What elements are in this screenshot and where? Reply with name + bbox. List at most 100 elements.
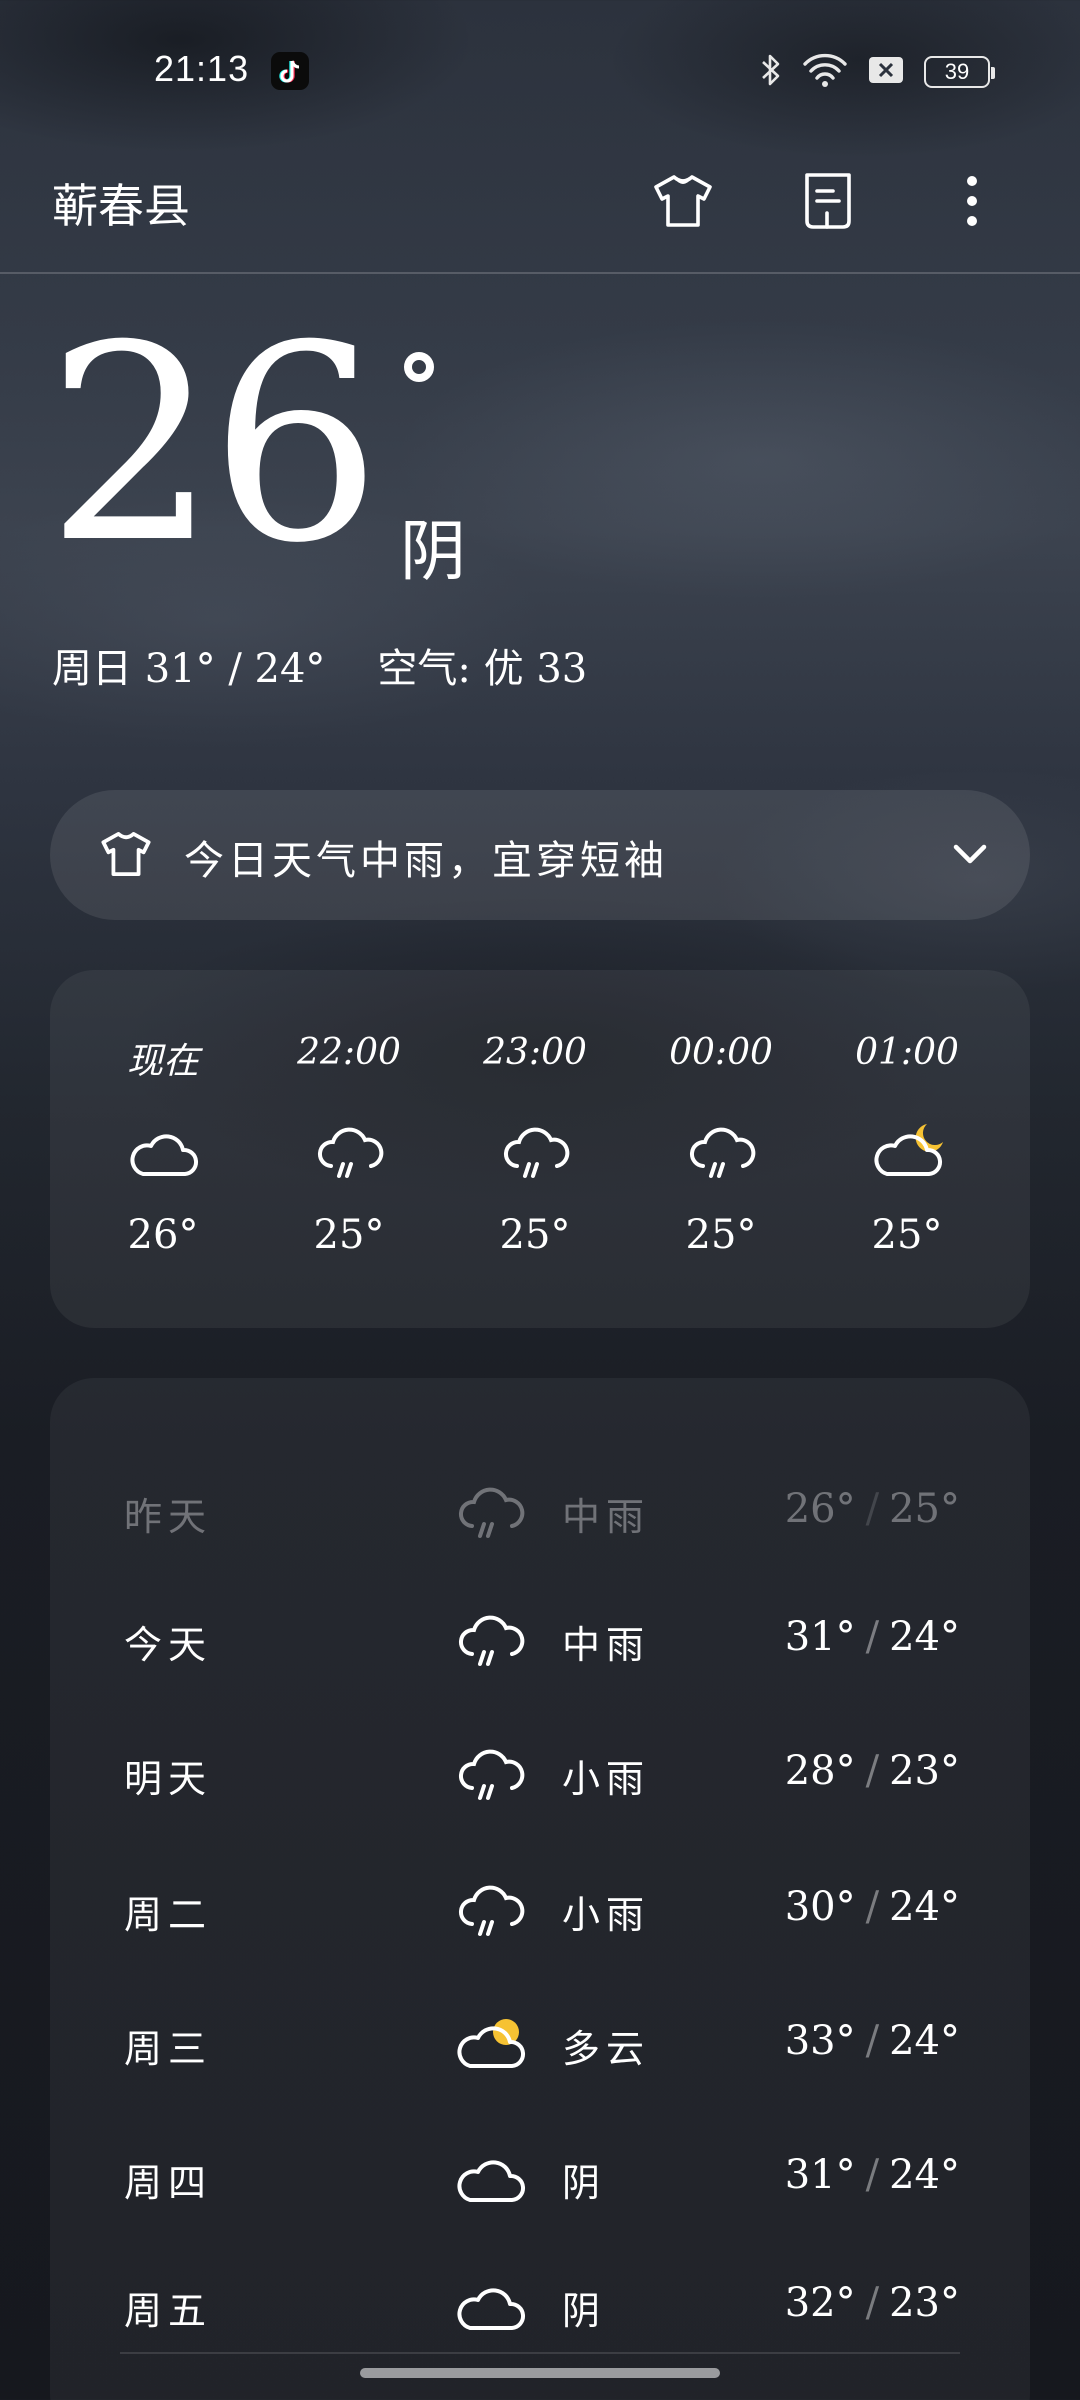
divider bbox=[120, 2352, 960, 2354]
day-high: 32° bbox=[784, 2280, 856, 2326]
day-temps: 32°/23° bbox=[785, 2280, 960, 2326]
rain-icon bbox=[681, 1120, 761, 1184]
sim-blocked-icon bbox=[868, 56, 904, 88]
wifi-icon bbox=[802, 52, 848, 92]
day-temps: 26°/25° bbox=[785, 1486, 960, 1532]
separator: / bbox=[865, 2018, 880, 2064]
day-name: 明天 bbox=[124, 1757, 213, 1801]
hourly-item: 01:00 25° bbox=[814, 970, 1000, 1328]
clothing-tip-text: 今日天气中雨，宜穿短袖 bbox=[184, 838, 668, 884]
current-temperature: 26 bbox=[46, 287, 382, 602]
day-condition: 阴 bbox=[562, 2289, 607, 2333]
hourly-time: 01:00 bbox=[855, 1032, 959, 1073]
separator: / bbox=[865, 1486, 880, 1532]
daily-row[interactable]: 周五 阴 32°/23° bbox=[50, 2260, 1030, 2350]
tshirt-icon bbox=[654, 175, 712, 227]
day-high: 28° bbox=[784, 1748, 856, 1794]
day-low: 23° bbox=[889, 1748, 960, 1794]
degree-symbol bbox=[404, 352, 434, 382]
day-high: 31° bbox=[784, 2152, 856, 2198]
day-name: 周五 bbox=[124, 2289, 213, 2333]
day-condition: 小雨 bbox=[562, 1893, 651, 1937]
rain-icon bbox=[450, 1742, 530, 1806]
daily-row[interactable]: 昨天 中雨 26°/25° bbox=[50, 1466, 1030, 1556]
day-name: 周二 bbox=[124, 1893, 213, 1937]
day-condition: 小雨 bbox=[562, 1757, 651, 1801]
separator: / bbox=[865, 1614, 880, 1660]
outfit-button[interactable] bbox=[646, 164, 720, 238]
daily-row[interactable]: 今天 中雨 31°/24° bbox=[50, 1594, 1030, 1684]
hourly-forecast-card[interactable]: 现在 26° 22:00 25° 23:00 25° 00:00 25° 01:00 25° bbox=[50, 970, 1030, 1328]
daily-forecast-card[interactable]: 昨天 中雨 26°/25° 今天 中雨 31°/24° 明天 小雨 28°/23° 周二 小雨 30°… bbox=[50, 1378, 1030, 2400]
rain-icon bbox=[450, 1878, 530, 1942]
hourly-temp: 26° bbox=[127, 1212, 199, 1258]
chevron-down-icon[interactable] bbox=[950, 834, 990, 874]
separator: / bbox=[865, 1884, 880, 1930]
daily-row[interactable]: 周二 小雨 30°/24° bbox=[50, 1864, 1030, 1954]
day-low: 25° bbox=[889, 1486, 960, 1532]
document-icon bbox=[805, 173, 851, 229]
partly-cloudy-night-icon bbox=[867, 1120, 947, 1184]
daily-row[interactable]: 明天 小雨 28°/23° bbox=[50, 1728, 1030, 1818]
rain-icon bbox=[450, 1608, 530, 1672]
day-condition: 中雨 bbox=[562, 1623, 651, 1667]
day-name: 周三 bbox=[124, 2027, 213, 2071]
more-options-button[interactable] bbox=[935, 164, 1009, 238]
daily-row[interactable]: 周三 多云 33°/24° bbox=[50, 1998, 1030, 2088]
home-indicator[interactable] bbox=[360, 2368, 720, 2378]
day-temps: 31°/24° bbox=[785, 1614, 960, 1660]
separator: / bbox=[865, 2280, 880, 2326]
day-high: 26° bbox=[784, 1486, 856, 1532]
hourly-item: 00:00 25° bbox=[628, 970, 814, 1328]
hourly-temp: 25° bbox=[685, 1212, 757, 1258]
day-low: 23° bbox=[889, 2280, 960, 2326]
day-low: 24° bbox=[889, 2152, 960, 2198]
day-name: 昨天 bbox=[124, 1495, 213, 1539]
news-button[interactable] bbox=[791, 164, 865, 238]
partly-cloudy-day-icon bbox=[450, 2012, 530, 2076]
day-low: 24° bbox=[889, 2018, 960, 2064]
cloudy-icon bbox=[450, 2274, 530, 2338]
rain-icon bbox=[450, 1480, 530, 1544]
hourly-time: 00:00 bbox=[669, 1032, 773, 1073]
rain-icon bbox=[309, 1120, 389, 1184]
day-high: 31° bbox=[784, 1614, 856, 1660]
battery-indicator: 39 bbox=[924, 56, 995, 88]
day-condition: 多云 bbox=[562, 2027, 651, 2071]
day-temps: 28°/23° bbox=[785, 1748, 960, 1794]
city-name[interactable]: 蕲春县 bbox=[52, 170, 190, 236]
air-quality[interactable]: 空气: 优 33 bbox=[377, 636, 587, 694]
current-condition: 阴 bbox=[400, 513, 466, 590]
hourly-temp: 25° bbox=[871, 1212, 943, 1258]
separator: / bbox=[865, 2152, 880, 2198]
daily-row[interactable]: 周四 阴 31°/24° bbox=[50, 2132, 1030, 2222]
day-temps: 33°/24° bbox=[785, 2018, 960, 2064]
hourly-time: 23:00 bbox=[483, 1032, 587, 1073]
day-low: 24° bbox=[889, 1614, 960, 1660]
current-summary: 周日 31° / 24° 空气: 优 33 bbox=[52, 636, 587, 694]
cloudy-icon bbox=[123, 1120, 203, 1184]
status-bar: 21:13 39 bbox=[0, 0, 1080, 140]
day-temps: 30°/24° bbox=[785, 1884, 960, 1930]
day-high: 30° bbox=[784, 1884, 856, 1930]
day-name: 周四 bbox=[124, 2161, 213, 2205]
hourly-temp: 25° bbox=[313, 1212, 385, 1258]
hourly-item: 23:00 25° bbox=[442, 970, 628, 1328]
rain-icon bbox=[495, 1120, 575, 1184]
separator: / bbox=[865, 1748, 880, 1794]
bluetooth-icon bbox=[760, 52, 782, 92]
header: 蕲春县 bbox=[0, 140, 1080, 274]
day-low: 24° bbox=[889, 1884, 960, 1930]
day-name: 今天 bbox=[124, 1623, 213, 1667]
hourly-item: 现在 26° bbox=[70, 970, 256, 1328]
day-condition: 阴 bbox=[562, 2161, 607, 2205]
hourly-time: 22:00 bbox=[297, 1032, 401, 1073]
day-high: 33° bbox=[784, 2018, 856, 2064]
day-temps: 31°/24° bbox=[785, 2152, 960, 2198]
hourly-item: 22:00 25° bbox=[256, 970, 442, 1328]
today-high-low: 周日 31° / 24° bbox=[52, 646, 326, 692]
clothing-tip-card[interactable]: 今日天气中雨，宜穿短袖 bbox=[50, 790, 1030, 920]
tiktok-notification-icon bbox=[271, 52, 309, 90]
battery-level: 39 bbox=[944, 59, 970, 84]
hourly-temp: 25° bbox=[499, 1212, 571, 1258]
